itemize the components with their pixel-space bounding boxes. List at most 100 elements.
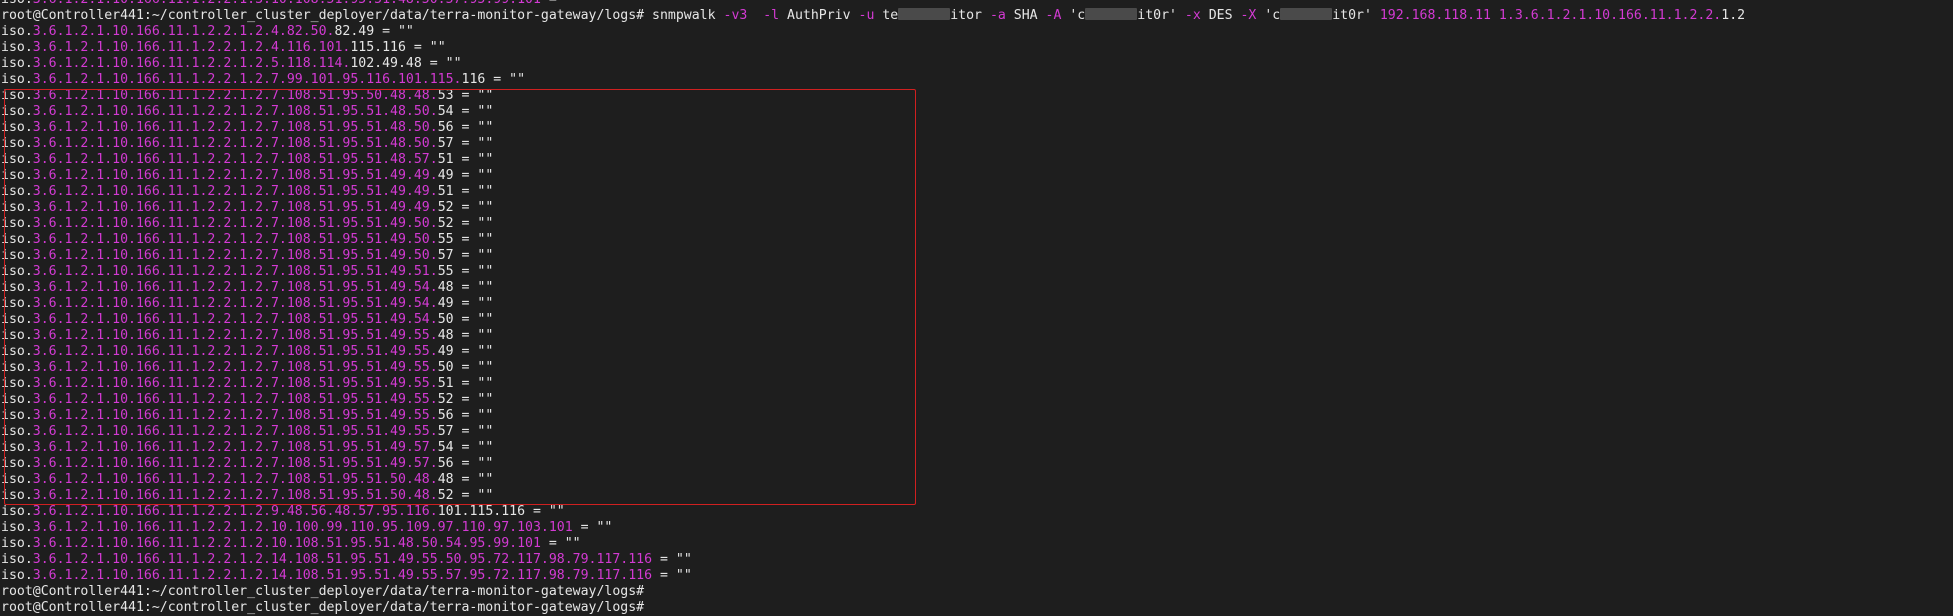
- oid-segment: 3.6.1.2.1.10.166.11.1.2.2.1.2.7.108.51.9…: [32, 152, 438, 167]
- snmp-output-line: iso.3.6.1.2.1.10.166.11.1.2.2.1.2.7.108.…: [0, 328, 1953, 344]
- oid-segment: 3.6.1.2.1.10.166.11.1.2.2.1.2.7.108.51.9…: [32, 488, 438, 503]
- terminal-text: DES: [1208, 8, 1241, 23]
- terminal-text: 48 = "": [437, 472, 494, 487]
- snmp-output-line: iso.3.6.1.2.1.10.166.11.1.2.2.1.2.7.108.…: [0, 264, 1953, 280]
- terminal-text: 57 = "": [437, 424, 494, 439]
- terminal-text: = "": [652, 568, 692, 583]
- terminal-text: 57 = "": [437, 248, 494, 263]
- oid-segment: 3.6.1.2.1.10.166.11.1.2.2.1.2.7.108.51.9…: [32, 312, 438, 327]
- terminal-text: iso.: [1, 552, 33, 567]
- terminal-text: 48 = "": [437, 328, 494, 343]
- terminal-text: iso.: [1, 360, 33, 375]
- terminal-text: 51 = "": [437, 152, 494, 167]
- terminal-text: 51 = "": [437, 376, 494, 391]
- terminal-text: iso.: [1, 184, 33, 199]
- terminal-text: 52 = "": [437, 200, 494, 215]
- terminal-text: iso.: [1, 488, 33, 503]
- terminal-text: 82.49 = "": [334, 24, 414, 39]
- terminal-text: 52 = "": [437, 392, 494, 407]
- terminal-output[interactable]: iso. 3.6.1.2.1.10.166.11.1.2.2.1.3.10.108…: [0, 0, 1953, 615]
- oid-segment: 3.6.1.2.1.10.166.11.1.2.2.1.2.5.118.114.: [32, 56, 351, 71]
- terminal-text: iso.: [1, 136, 33, 151]
- oid-segment: 3.6.1.2.1.10.166.11.1.2.2.1.2.7.108.51.9…: [32, 424, 438, 439]
- oid-segment: 3.6.1.2.1.10.166.11.1.2.2.1.2.7.108.51.9…: [32, 472, 438, 487]
- oid-segment: 3.6.1.2.1.10.166.11.1.2.2.1.2.7.108.51.9…: [32, 456, 438, 471]
- oid-segment: 3.6.1.2.1.10.166.11.1.2.2.1.2.14.108.51.…: [32, 568, 653, 583]
- oid-segment: 3.6.1.2.1.10.166.11.1.2.2.1.2.7.108.51.9…: [32, 136, 438, 151]
- terminal-text: it0r': [1137, 8, 1185, 23]
- terminal-text: iso.: [1, 504, 33, 519]
- oid-segment: 3.6.1.2.1.10.166.11.1.2.2.1.2.4.116.101.: [32, 40, 351, 55]
- terminal-text: iso.: [1, 40, 33, 55]
- terminal-text: 49 = "": [437, 344, 494, 359]
- terminal-text: iso.: [1, 88, 33, 103]
- snmp-output-line: iso.3.6.1.2.1.10.166.11.1.2.2.1.2.7.108.…: [0, 88, 1953, 104]
- terminal-text: 'c: [1264, 8, 1281, 23]
- oid-segment: 3.6.1.2.1.10.166.11.1.2.2.1.2.7.108.51.9…: [32, 360, 438, 375]
- oid-segment: 3.6.1.2.1.10.166.11.1.2.2.1.2.7.108.51.9…: [32, 376, 438, 391]
- snmp-output-line: iso.3.6.1.2.1.10.166.11.1.2.2.1.2.7.108.…: [0, 472, 1953, 488]
- terminal-text: 50 = "": [437, 360, 494, 375]
- shell-prompt-line: root@Controller441:~/controller_cluster_…: [0, 584, 1953, 600]
- terminal-text: = "": [540, 536, 581, 551]
- terminal-text: te: [882, 8, 899, 23]
- terminal-text: itor: [950, 8, 990, 23]
- oid-segment: 3.6.1.2.1.10.166.11.1.2.2.1.2.7.108.51.9…: [32, 248, 438, 263]
- terminal-text: 49 = "": [437, 296, 494, 311]
- terminal-text: 52 = "": [437, 488, 494, 503]
- terminal-text: 1.2: [1721, 8, 1746, 23]
- terminal-text: = "": [572, 520, 613, 535]
- snmp-output-line: iso.3.6.1.2.1.10.166.11.1.2.2.1.2.7.108.…: [0, 216, 1953, 232]
- snmp-output-line: iso.3.6.1.2.1.10.166.11.1.2.2.1.2.10.100…: [0, 520, 1953, 536]
- snmp-output-line: iso.3.6.1.2.1.10.166.11.1.2.2.1.2.7.99.1…: [0, 72, 1953, 88]
- snmp-output-line: iso.3.6.1.2.1.10.166.11.1.2.2.1.2.7.108.…: [0, 184, 1953, 200]
- terminal-text: 53 = "": [437, 88, 494, 103]
- oid-segment: 3.6.1.2.1.10.166.11.1.2.2.1.2.7.99.101.9…: [32, 72, 462, 87]
- oid-segment: -X: [1240, 8, 1265, 23]
- snmp-output-line: iso.3.6.1.2.1.10.166.11.1.2.2.1.2.7.108.…: [0, 200, 1953, 216]
- snmp-output-line: iso.3.6.1.2.1.10.166.11.1.2.2.1.2.7.108.…: [0, 168, 1953, 184]
- terminal-text: root@Controller441:~/controller_cluster_…: [1, 584, 653, 599]
- oid-segment: 3.6.1.2.1.10.166.11.1.2.2.1.2.10.100.99.…: [32, 520, 573, 535]
- terminal-text: iso.: [1, 232, 33, 247]
- terminal-text: iso.: [1, 280, 33, 295]
- terminal-text: iso.: [1, 120, 33, 135]
- terminal-text: iso.: [1, 0, 33, 7]
- oid-segment: 192.168.118.11 1.3.6.1.2.1.10.166.11.1.2…: [1379, 8, 1722, 23]
- snmp-output-line: iso.3.6.1.2.1.10.166.11.1.2.2.1.2.14.108…: [0, 552, 1953, 568]
- terminal-text: iso.: [1, 456, 33, 471]
- oid-segment: -x: [1184, 8, 1209, 23]
- terminal-text: iso.: [1, 440, 33, 455]
- terminal-text: 57 = "": [437, 136, 494, 151]
- oid-segment: 3.6.1.2.1.10.166.11.1.2.2.1.2.7.108.51.9…: [32, 264, 438, 279]
- snmp-output-line: iso.3.6.1.2.1.10.166.11.1.2.2.1.2.7.108.…: [0, 408, 1953, 424]
- oid-segment: 3.6.1.2.1.10.166.11.1.2.2.1.2.7.108.51.9…: [32, 440, 438, 455]
- oid-segment: -l: [747, 8, 788, 23]
- snmp-output-line: iso.3.6.1.2.1.10.166.11.1.2.2.1.2.4.82.5…: [0, 24, 1953, 40]
- terminal-text: iso.: [1, 296, 33, 311]
- terminal-text: it0r': [1332, 8, 1380, 23]
- snmp-output-line: iso.3.6.1.2.1.10.166.11.1.2.2.1.2.7.108.…: [0, 456, 1953, 472]
- redacted-text-block: [898, 8, 951, 20]
- snmp-output-line: iso.3.6.1.2.1.10.166.11.1.2.2.1.2.7.108.…: [0, 344, 1953, 360]
- terminal-text: root@Controller441:~/controller_cluster_…: [1, 600, 645, 615]
- terminal-text: 56 = "": [437, 120, 494, 135]
- redacted-text-block: [1280, 8, 1333, 20]
- terminal-text: 54 = "": [437, 440, 494, 455]
- snmp-output-line: iso.3.6.1.2.1.10.166.11.1.2.2.1.2.4.116.…: [0, 40, 1953, 56]
- terminal-text: 116 = "": [461, 72, 526, 87]
- snmp-output-line: iso.3.6.1.2.1.10.166.11.1.2.2.1.2.10.108…: [0, 536, 1953, 552]
- terminal-text: 48 = "": [437, 280, 494, 295]
- oid-segment: 3.6.1.2.1.10.166.11.1.2.2.1.2.7.108.51.9…: [32, 344, 438, 359]
- terminal-text: = "": [541, 0, 581, 7]
- terminal-text: iso.: [1, 536, 33, 551]
- oid-segment: 3.6.1.2.1.10.166.11.1.2.2.1.2.7.108.51.9…: [32, 408, 438, 423]
- terminal-text: 115.116 = "": [350, 40, 446, 55]
- terminal-text: 54 = "": [437, 104, 494, 119]
- terminal-text: iso.: [1, 104, 33, 119]
- snmp-output-line: iso.3.6.1.2.1.10.166.11.1.2.2.1.2.7.108.…: [0, 392, 1953, 408]
- terminal-text: root@Controller441:~/controller_cluster_…: [1, 8, 653, 23]
- snmp-output-line: iso.3.6.1.2.1.10.166.11.1.2.2.1.2.7.108.…: [0, 280, 1953, 296]
- oid-segment: 3.6.1.2.1.10.166.11.1.2.2.1.2.4.82.50.: [32, 24, 335, 39]
- terminal-text: iso.: [1, 72, 33, 87]
